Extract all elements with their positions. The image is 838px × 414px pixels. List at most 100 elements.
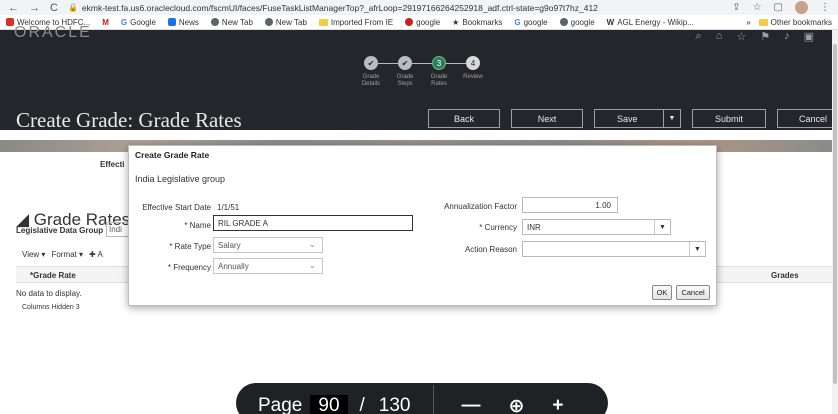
folder-icon	[318, 18, 328, 26]
action-reason-select[interactable]: ▼	[522, 241, 706, 257]
profile-avatar[interactable]	[795, 1, 808, 14]
column-header-grades[interactable]: Grades	[771, 271, 799, 280]
submit-button[interactable]: Submit	[692, 109, 766, 128]
news-icon	[167, 18, 176, 26]
google-icon	[405, 18, 414, 26]
dropdown-arrow-icon[interactable]: ▼	[654, 220, 670, 234]
chevron-down-icon: ⌄	[308, 239, 316, 249]
back-button[interactable]: Back	[428, 109, 500, 128]
legislative-group-field[interactable]: Indi	[106, 222, 130, 237]
user-icon[interactable]: ▣	[804, 30, 814, 43]
bookmark-item[interactable]: Imported From IE	[318, 18, 393, 27]
bookmark-item[interactable]: New Tab	[210, 18, 253, 27]
google-icon: G	[120, 17, 128, 27]
columns-hidden-status: Columns Hidden 3	[22, 304, 80, 311]
star-icon: ★	[452, 17, 460, 27]
tab-icon[interactable]: ▢	[774, 2, 783, 13]
dialog-subtitle: India Legislative group	[135, 174, 226, 184]
page-number-input[interactable]: 90	[310, 395, 348, 414]
annualization-factor-input[interactable]: 1.00	[522, 197, 618, 213]
add-button[interactable]: ✚ A	[89, 250, 103, 259]
chevron-down-icon: ⌄	[308, 260, 316, 270]
save-button[interactable]: Save ▼	[594, 109, 681, 128]
bookmark-item[interactable]: W AGL Energy - Wikip...	[607, 18, 694, 27]
step-number-badge: 3	[432, 56, 446, 70]
column-header-grade-rate[interactable]: *Grade Rate	[30, 271, 76, 280]
bookmark-item[interactable]: Ggoogle	[514, 18, 547, 27]
frequency-label: * Frequency	[167, 263, 211, 272]
bookmark-item[interactable]: News	[167, 18, 199, 27]
wikipedia-icon: W	[606, 17, 615, 27]
other-bookmarks[interactable]: Other bookmarks	[758, 18, 832, 27]
process-train: ✔ Grade Details ✔ Grade Steps 3 Grade Rates…	[354, 56, 490, 88]
divider	[432, 385, 434, 414]
currency-select[interactable]: INR ▼	[522, 219, 671, 235]
address-bar[interactable]: 🔒 ekmk-test.fa.us6.oraclecloud.com/fscmU…	[68, 3, 598, 13]
train-stop-grade-details[interactable]: ✔ Grade Details	[354, 56, 398, 88]
bookmark-item[interactable]: google	[559, 18, 595, 27]
cancel-button[interactable]: Cancel	[777, 109, 838, 128]
frequency-select[interactable]: Annually ⌄	[213, 258, 323, 274]
name-input[interactable]: RIL GRADE A	[213, 215, 413, 231]
globe-icon	[559, 18, 568, 26]
bookmark-item[interactable]: New Tab	[264, 18, 307, 27]
table-toolbar: View ▾ Format ▾ ✚ A	[22, 250, 103, 259]
ok-button[interactable]: OK	[652, 285, 672, 300]
dropdown-arrow-icon[interactable]: ▼	[689, 242, 705, 256]
format-menu[interactable]: Format ▾	[51, 250, 83, 259]
scrollbar-thumb[interactable]	[833, 44, 837, 384]
train-stop-grade-rates[interactable]: 3 Grade Rates	[422, 56, 466, 88]
reload-icon[interactable]: C	[50, 2, 58, 14]
dialog-cancel-button[interactable]: Cancel	[676, 285, 710, 300]
hdfc-icon	[6, 18, 14, 26]
oracle-logo[interactable]: ORACLE	[14, 24, 92, 42]
zoom-in-button[interactable]: +	[552, 395, 563, 414]
train-stop-grade-steps[interactable]: ✔ Grade Steps	[388, 56, 432, 88]
empty-table-message: No data to display.	[16, 289, 82, 298]
more-bookmarks-icon[interactable]: »	[746, 18, 750, 27]
home-icon[interactable]: ⌂	[716, 30, 723, 43]
star-icon[interactable]: ☆	[753, 2, 762, 13]
browser-nav: ← → C	[0, 2, 58, 14]
globe-icon	[264, 18, 273, 26]
action-reason-label: Action Reason	[464, 245, 517, 254]
google-icon: G	[514, 17, 521, 27]
page-scrollbar[interactable]	[832, 30, 838, 414]
folder-icon	[758, 18, 768, 26]
next-button[interactable]: Next	[511, 109, 583, 128]
back-arrow-icon[interactable]: ←	[8, 2, 19, 14]
annualization-factor-label: Annualization Factor	[444, 202, 517, 211]
zoom-out-button[interactable]: —	[462, 395, 481, 414]
step-number-badge: 4	[466, 56, 480, 70]
effective-start-date-value: 1/1/51	[217, 203, 240, 212]
bookmark-item[interactable]: M	[102, 18, 109, 27]
page-label: Page	[258, 395, 303, 414]
bookmark-item[interactable]: google	[405, 18, 440, 27]
caret-down-icon[interactable]: ▼	[663, 110, 680, 127]
fit-page-icon[interactable]: ⊕	[509, 395, 525, 414]
flag-icon[interactable]: ⚑	[760, 30, 770, 43]
rate-type-label: * Rate Type	[169, 242, 211, 251]
url-text[interactable]: ekmk-test.fa.us6.oraclecloud.com/fscmUI/…	[82, 3, 598, 13]
bookmarks-bar: Welcome to HDFC... M G Google News New Ta…	[0, 15, 838, 30]
bookmark-item[interactable]: ★ Bookmarks	[452, 18, 502, 27]
header-buttons: Back Next Save ▼ Submit Cancel	[428, 109, 838, 128]
view-menu[interactable]: View ▾	[22, 250, 45, 259]
bookmark-item[interactable]: G Google	[121, 18, 156, 27]
menu-icon[interactable]: ⋮	[820, 2, 830, 13]
legislative-group-label: Legislative Data Group	[16, 226, 104, 235]
search-icon[interactable]: ⌕	[696, 30, 702, 43]
train-stop-review[interactable]: 4 Review	[456, 56, 490, 88]
favorites-icon[interactable]: ☆	[736, 30, 746, 43]
train-stop-label: Grade Rates	[430, 74, 448, 87]
rate-type-select[interactable]: Salary ⌄	[213, 237, 323, 253]
app-header: ORACLE ⌕ ⌂ ☆ ⚑ ♪ ▣ ✔ Grade Details ✔ Grad…	[0, 24, 838, 132]
forward-arrow-icon[interactable]: →	[29, 2, 40, 14]
globe-icon	[210, 18, 219, 26]
share-icon[interactable]: ⇪	[732, 2, 740, 13]
check-icon: ✔	[398, 56, 412, 70]
browser-actions: ⇪ ☆ ▢ ⋮	[732, 1, 838, 14]
pdf-page-controls: Page 90 / 130 — ⊕ +	[236, 383, 608, 414]
page-separator: /	[359, 395, 365, 414]
bell-icon[interactable]: ♪	[784, 30, 790, 43]
